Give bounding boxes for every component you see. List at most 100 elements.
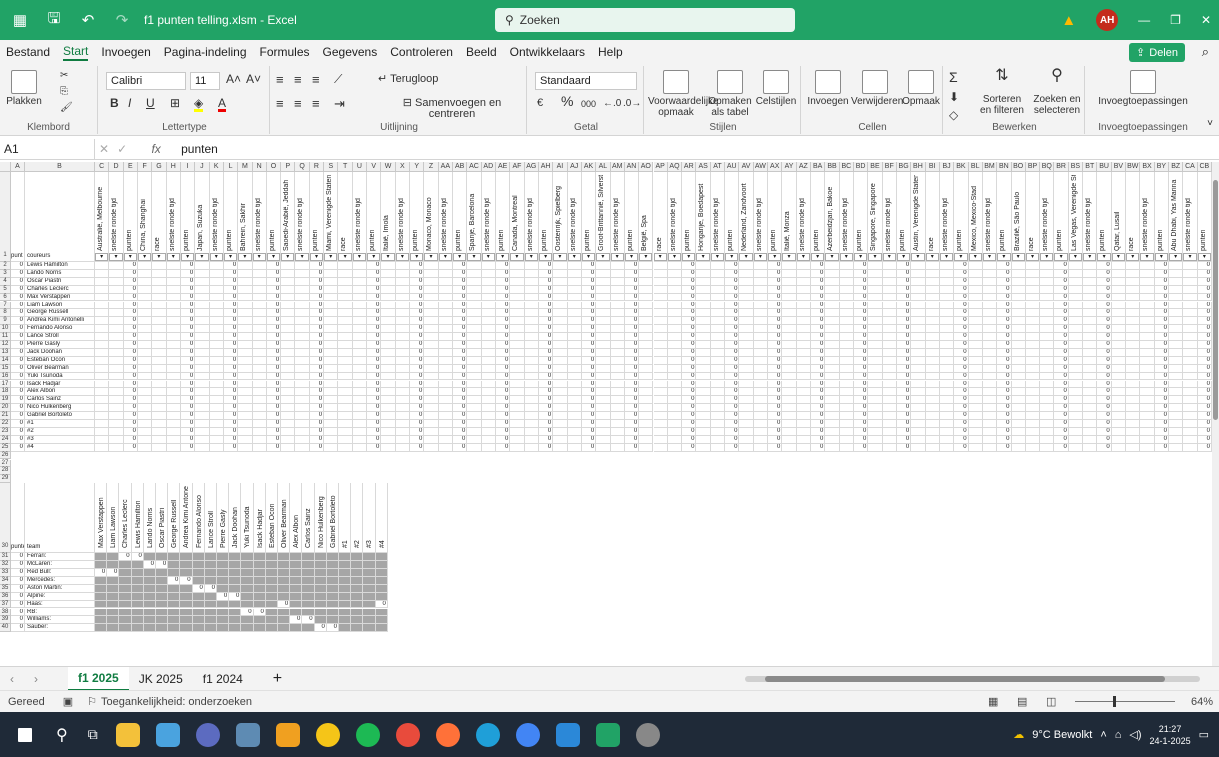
points-cell[interactable]: 0: [180, 348, 196, 357]
points-cell[interactable]: 0: [1197, 262, 1212, 270]
points-cell[interactable]: 0: [1197, 301, 1212, 310]
points-cell[interactable]: 0: [123, 341, 138, 349]
race-cell[interactable]: [381, 427, 396, 436]
race-cell[interactable]: [925, 404, 940, 413]
team-blank-cell[interactable]: [314, 584, 327, 593]
race-cell[interactable]: [195, 348, 210, 357]
filter-dropdown-icon[interactable]: ▾: [739, 253, 753, 261]
race-cell[interactable]: [152, 404, 167, 413]
race-cell[interactable]: [782, 356, 797, 365]
race-cell[interactable]: [1025, 443, 1041, 452]
race-cell[interactable]: [1011, 364, 1026, 373]
race-cell[interactable]: [352, 333, 368, 341]
race-cell[interactable]: [667, 309, 683, 318]
row-header[interactable]: 29: [0, 475, 11, 484]
race-cell[interactable]: [510, 404, 525, 413]
vertical-scrollbar[interactable]: [1212, 162, 1219, 666]
race-cell[interactable]: [137, 412, 153, 420]
points-cell[interactable]: 0: [123, 269, 138, 278]
driver-points[interactable]: 0: [11, 317, 25, 326]
team-driver-points[interactable]: 0: [290, 616, 303, 625]
filter-dropdown-icon[interactable]: ▾: [1040, 253, 1054, 261]
race-cell[interactable]: [352, 269, 368, 278]
race-cell[interactable]: [395, 443, 411, 452]
race-cell[interactable]: [639, 427, 654, 436]
race-cell[interactable]: [524, 396, 539, 405]
points-cell[interactable]: 0: [1154, 285, 1170, 294]
points-cell[interactable]: 0: [266, 372, 282, 381]
race-cell[interactable]: [1183, 372, 1198, 381]
race-cell[interactable]: [968, 356, 983, 365]
team-blank-cell[interactable]: [302, 569, 315, 577]
race-cell[interactable]: [596, 309, 611, 318]
race-cell[interactable]: [1169, 341, 1184, 349]
team-points[interactable]: 0: [11, 584, 25, 593]
race-cell[interactable]: [395, 325, 411, 334]
race-cell[interactable]: [338, 420, 353, 428]
points-cell[interactable]: 0: [309, 435, 325, 444]
race-cell[interactable]: [553, 293, 568, 302]
race-cell[interactable]: [1111, 427, 1127, 436]
team-blank-cell[interactable]: [326, 608, 339, 617]
team-blank-cell[interactable]: [156, 569, 169, 577]
team-blank-cell[interactable]: [302, 584, 315, 593]
normal-view-icon[interactable]: ▦: [988, 695, 998, 708]
team-blank-cell[interactable]: [326, 576, 339, 585]
points-cell[interactable]: 0: [1097, 285, 1112, 294]
race-cell[interactable]: [610, 333, 625, 341]
points-cell[interactable]: 0: [954, 396, 969, 405]
race-cell[interactable]: [324, 372, 339, 381]
col-header[interactable]: AN: [624, 162, 640, 172]
race-cell[interactable]: [610, 317, 625, 326]
race-cell[interactable]: [352, 285, 368, 294]
driver-name[interactable]: Lance Stroll: [25, 333, 95, 341]
race-cell[interactable]: [352, 262, 368, 270]
team-points[interactable]: 0: [11, 569, 25, 577]
race-cell[interactable]: [982, 317, 998, 326]
points-cell[interactable]: 0: [410, 412, 425, 420]
col-header[interactable]: BC: [839, 162, 854, 172]
points-cell[interactable]: 0: [1154, 269, 1170, 278]
points-cell[interactable]: 0: [811, 388, 826, 397]
driver-name[interactable]: Charles Leclerc: [25, 285, 95, 294]
race-cell[interactable]: [882, 380, 897, 389]
points-cell[interactable]: 0: [853, 420, 869, 428]
race-cell[interactable]: [324, 285, 339, 294]
points-cell[interactable]: 0: [410, 420, 425, 428]
race-cell[interactable]: [782, 285, 797, 294]
team-blank-cell[interactable]: [143, 576, 156, 585]
race-cell[interactable]: [1025, 333, 1041, 341]
menu-tab-8[interactable]: Ontwikkelaars: [510, 45, 585, 59]
points-cell[interactable]: 0: [123, 380, 138, 389]
race-cell[interactable]: [238, 380, 253, 389]
points-cell[interactable]: 0: [768, 341, 783, 349]
race-cell[interactable]: [424, 317, 439, 326]
race-cell[interactable]: [238, 435, 253, 444]
race-cell[interactable]: [1169, 285, 1184, 294]
delete-cells-button[interactable]: Verwijderen: [851, 70, 903, 107]
row-header[interactable]: 38: [0, 608, 11, 617]
team-blank-cell[interactable]: [351, 592, 364, 601]
race-cell[interactable]: [567, 317, 582, 326]
row-header[interactable]: 6: [0, 293, 11, 302]
race-cell[interactable]: [1169, 396, 1184, 405]
race-cell[interactable]: [1083, 443, 1098, 452]
race-cell[interactable]: [968, 262, 983, 270]
race-cell[interactable]: [137, 388, 153, 397]
race-cell[interactable]: [395, 333, 411, 341]
race-cell[interactable]: [782, 341, 797, 349]
points-cell[interactable]: 0: [768, 364, 783, 373]
col-header[interactable]: AT: [710, 162, 726, 172]
race-cell[interactable]: [939, 309, 955, 318]
points-cell[interactable]: 0: [1054, 293, 1069, 302]
race-cell[interactable]: [1111, 348, 1127, 357]
points-cell[interactable]: 0: [682, 364, 697, 373]
race-cell[interactable]: [739, 333, 754, 341]
points-cell[interactable]: 0: [453, 285, 468, 294]
team-name[interactable]: Ferrari:: [25, 553, 95, 562]
race-cell[interactable]: [166, 285, 181, 294]
points-cell[interactable]: 0: [1097, 269, 1112, 278]
points-cell[interactable]: 0: [453, 420, 468, 428]
race-cell[interactable]: [610, 348, 625, 357]
race-cell[interactable]: [939, 269, 955, 278]
